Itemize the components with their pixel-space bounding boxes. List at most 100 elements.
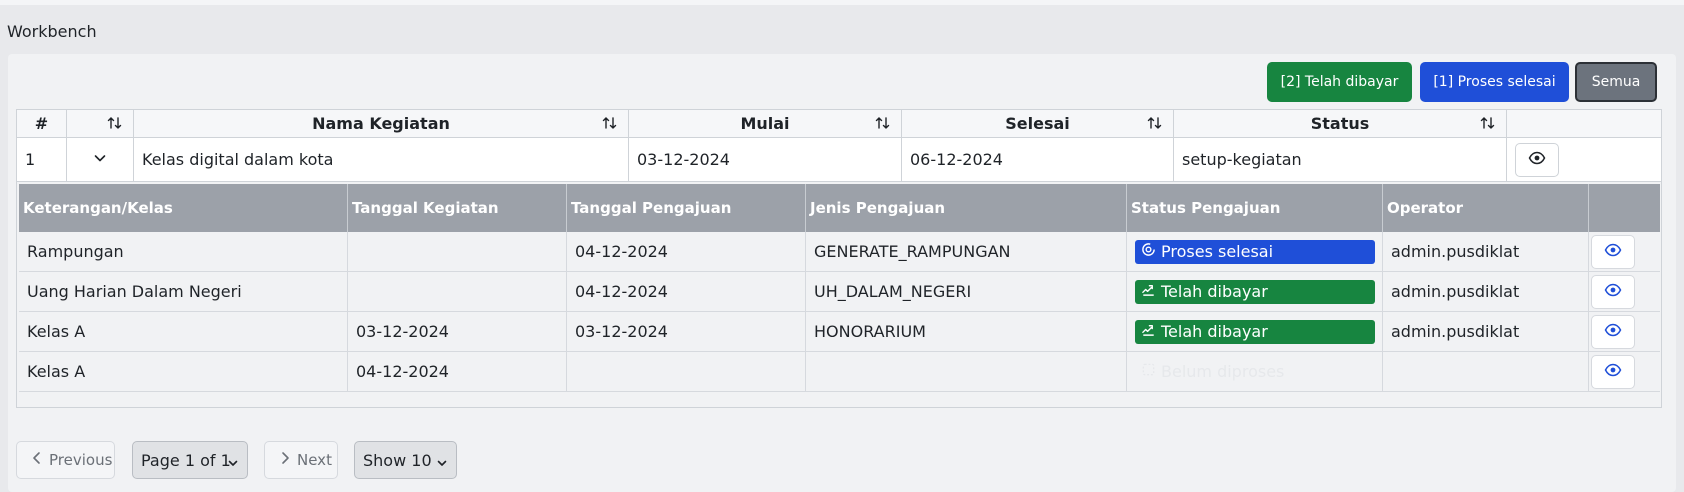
cell-operator [1383,352,1589,391]
cell-status: Proses selesai [1127,232,1383,271]
view-button[interactable] [1591,274,1635,309]
eye-icon [1604,361,1622,383]
table-row: Rampungan 04-12-2024 GENERATE_RAMPUNGAN … [19,232,1660,272]
row-num: 1 [17,138,67,181]
header-num: # [17,110,67,137]
cell-keterangan: Kelas A [19,352,348,391]
top-strip [0,0,1684,5]
status-badge-label: Proses selesai [1161,242,1274,261]
chevron-down-icon [436,454,448,466]
header-jenis: Jenis Pengajuan [806,184,1127,232]
row-action [1507,138,1661,181]
cell-status: Telah dibayar [1127,312,1383,351]
header-status-pengajuan: Status Pengajuan [1127,184,1383,232]
header-tanggal-pengajuan: Tanggal Pengajuan [567,184,806,232]
status-badge: Telah dibayar [1135,319,1375,344]
cell-jenis: GENERATE_RAMPUNGAN [806,232,1127,271]
row-name: Kelas digital dalam kota [134,138,629,181]
pending-icon [1141,362,1156,381]
sort-icon[interactable] [875,115,891,131]
chevron-right-icon [279,451,291,469]
filter-all-button[interactable]: Semua [1575,62,1657,102]
page-size-label: Show 10 [363,450,432,470]
cell-action [1589,312,1660,351]
payment-icon [1141,282,1156,301]
header-action [1589,184,1660,232]
view-button[interactable] [1591,234,1635,269]
progress-icon [1141,242,1156,261]
view-button[interactable] [1591,314,1635,349]
cell-tanggal-pengajuan: 04-12-2024 [567,272,806,311]
filter-paid-button[interactable]: [2] Telah dibayar [1267,62,1412,102]
previous-label: Previous [49,451,113,469]
chevron-down-icon [227,454,239,466]
eye-icon [1604,241,1622,263]
cell-keterangan: Rampungan [19,232,348,271]
sort-icon[interactable] [602,115,618,131]
page-size-select[interactable]: Show 10 [354,441,457,479]
table-row: 1 Kelas digital dalam kota 03-12-2024 06… [17,138,1661,182]
sort-icon[interactable] [1147,115,1163,131]
cell-jenis [806,352,1127,391]
status-badge: Proses selesai [1135,239,1375,264]
eye-icon [1528,149,1546,171]
cell-status: Telah dibayar [1127,272,1383,311]
submission-header: Keterangan/Kelas Tanggal Kegiatan Tangga… [19,184,1660,232]
cell-action [1589,272,1660,311]
cell-operator: admin.pusdiklat [1383,312,1589,351]
payment-icon [1141,322,1156,341]
cell-jenis: HONORARIUM [806,312,1127,351]
previous-button[interactable]: Previous [16,441,115,479]
header-status: Status [1174,110,1507,137]
header-name: Nama Kegiatan [134,110,629,137]
cell-tanggal-pengajuan: 03-12-2024 [567,312,806,351]
cell-operator: admin.pusdiklat [1383,272,1589,311]
sort-icon[interactable] [107,115,123,131]
cell-keterangan: Uang Harian Dalam Negeri [19,272,348,311]
chevron-down-icon [93,150,107,169]
sort-icon[interactable] [1480,115,1496,131]
status-badge-label: Belum diproses [1161,362,1285,381]
cell-action [1589,352,1660,391]
row-end: 06-12-2024 [902,138,1174,181]
activity-table: # Nama Kegiatan Mulai Selesai Status 1 K… [16,109,1662,408]
table-row: Kelas A 04-12-2024 Belum diproses [19,352,1660,392]
cell-status: Belum diproses [1127,352,1383,391]
expand-toggle[interactable] [67,138,134,181]
view-button[interactable] [1591,354,1635,389]
submission-table: Keterangan/Kelas Tanggal Kegiatan Tangga… [19,184,1660,395]
row-start: 03-12-2024 [629,138,902,181]
header-end-label: Selesai [1005,114,1070,133]
cell-action [1589,232,1660,271]
cell-tanggal-kegiatan [348,232,567,271]
header-end: Selesai [902,110,1174,137]
header-start: Mulai [629,110,902,137]
header-operator: Operator [1383,184,1589,232]
chevron-left-icon [31,451,43,469]
cell-tanggal-kegiatan: 04-12-2024 [348,352,567,391]
filter-done-button[interactable]: [1] Proses selesai [1420,62,1569,102]
header-name-label: Nama Kegiatan [312,114,450,133]
header-tanggal-kegiatan: Tanggal Kegiatan [348,184,567,232]
cell-jenis: UH_DALAM_NEGERI [806,272,1127,311]
header-status-label: Status [1310,114,1370,133]
next-button[interactable]: Next [264,441,338,479]
header-keterangan: Keterangan/Kelas [19,184,348,232]
page-select[interactable]: Page 1 of 1 [132,441,248,479]
cell-operator: admin.pusdiklat [1383,232,1589,271]
cell-tanggal-pengajuan [567,352,806,391]
status-badge: Telah dibayar [1135,279,1375,304]
next-label: Next [297,451,332,469]
eye-icon [1604,281,1622,303]
header-start-label: Mulai [740,114,790,133]
cell-tanggal-kegiatan: 03-12-2024 [348,312,567,351]
header-action [1507,110,1661,137]
row-status: setup-kegiatan [1174,138,1507,181]
view-button[interactable] [1515,142,1559,177]
page-title: Workbench [7,22,97,41]
status-badge: Belum diproses [1135,360,1375,384]
status-badge-label: Telah dibayar [1161,282,1268,301]
header-expand [67,110,134,137]
table-row: Uang Harian Dalam Negeri 04-12-2024 UH_D… [19,272,1660,312]
eye-icon [1604,321,1622,343]
